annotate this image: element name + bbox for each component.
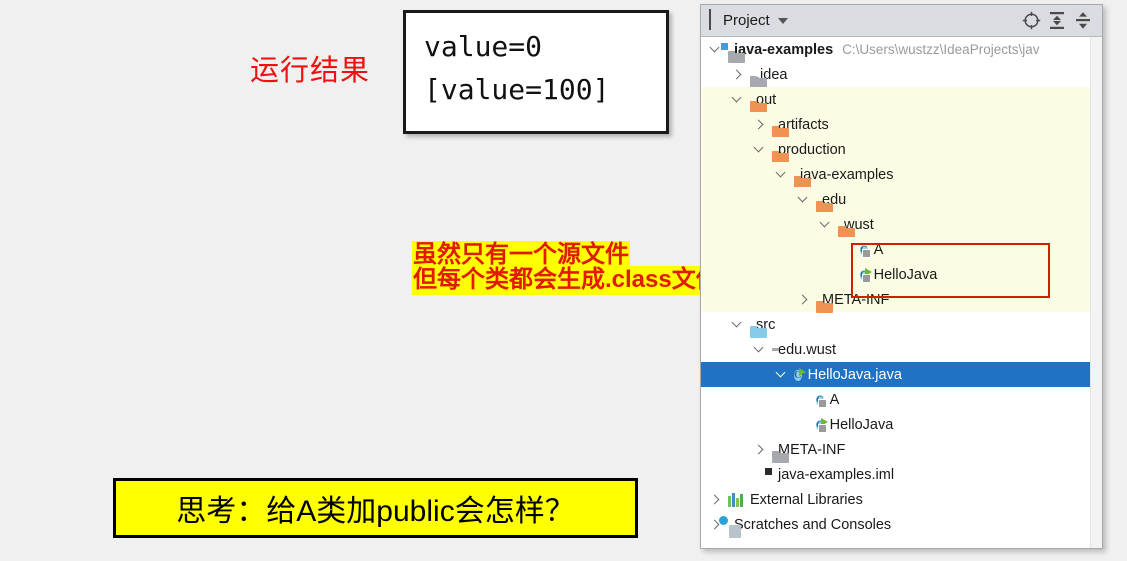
class-generation-note: 虽然只有一个源文件 但每个类都会生成.class文件 xyxy=(412,241,721,295)
chevron-right-icon[interactable] xyxy=(731,68,744,81)
class-runnable-icon: C xyxy=(860,266,872,284)
chevron-down-icon[interactable] xyxy=(775,368,788,381)
project-tool-window: Project java-examples C:\Users\wustzz\Id… xyxy=(700,4,1103,549)
chevron-down-icon[interactable] xyxy=(797,193,810,206)
tree-row[interactable]: artifacts xyxy=(701,112,1102,137)
tree-row[interactable]: wust xyxy=(701,212,1102,237)
chevron-down-icon[interactable] xyxy=(731,93,744,106)
tree-row-label: A xyxy=(873,241,884,258)
question-callout-box: 思考：给A类加public会怎样？ xyxy=(113,478,638,538)
tree-row[interactable]: src xyxy=(701,312,1102,337)
project-panel-title: Project xyxy=(723,12,770,29)
chevron-down-icon[interactable] xyxy=(819,218,832,231)
tree-row[interactable]: java-examples xyxy=(701,162,1102,187)
tree-row[interactable]: META-INF xyxy=(701,437,1102,462)
tree-row[interactable]: External Libraries xyxy=(701,487,1102,512)
tree-row[interactable]: Scratches and Consoles xyxy=(701,512,1102,538)
chevron-down-icon[interactable] xyxy=(753,143,766,156)
vertical-scrollbar[interactable] xyxy=(1090,37,1102,548)
class-note-row-1: 虽然只有一个源文件 xyxy=(412,241,721,270)
annotation-canvas: 运行结果 value=0 [value=100] 虽然只有一个源文件 但每个类都… xyxy=(0,0,844,561)
tree-row-label: java-examples.iml xyxy=(778,466,895,483)
tree-row[interactable]: edu xyxy=(701,187,1102,212)
libraries-icon xyxy=(728,492,744,507)
tree-row[interactable]: out xyxy=(701,87,1102,112)
tree-row-label: Scratches and Consoles xyxy=(734,516,892,533)
class-note-line-2: 但每个类都会生成.class文件 xyxy=(412,266,721,295)
chevron-right-icon[interactable] xyxy=(753,443,766,456)
tree-row[interactable]: CA xyxy=(701,387,1102,412)
chevron-right-icon[interactable] xyxy=(797,293,810,306)
output-line-2: [value=100] xyxy=(424,73,610,107)
class-runnable-icon: C xyxy=(816,416,828,434)
tree-row[interactable]: CHelloJava xyxy=(701,262,1102,287)
tree-row-label: External Libraries xyxy=(750,491,863,508)
tree-row[interactable]: CA xyxy=(701,237,1102,262)
tree-row-label: A xyxy=(829,391,840,408)
tree-row-label: HelloJava xyxy=(873,266,938,283)
question-text: 思考：给A类加public会怎样？ xyxy=(176,495,575,528)
tree-row-label: HelloJava xyxy=(829,416,894,433)
tree-row[interactable]: java-examples.iml xyxy=(701,462,1102,487)
tree-row[interactable]: .idea xyxy=(701,62,1102,87)
select-opened-file-icon[interactable] xyxy=(1018,8,1044,34)
class-icon: C xyxy=(816,391,827,409)
chevron-down-icon[interactable] xyxy=(775,168,788,181)
tree-row[interactable]: CHelloJava xyxy=(701,412,1102,437)
tree-row[interactable]: java-examples C:\Users\wustzz\IdeaProject… xyxy=(701,37,1102,63)
program-output-box: value=0 [value=100] xyxy=(403,10,669,134)
tree-row[interactable]: C HelloJava.java xyxy=(701,362,1102,387)
expand-all-icon[interactable] xyxy=(1044,8,1070,34)
tree-row[interactable]: production xyxy=(701,137,1102,162)
chevron-right-icon[interactable] xyxy=(753,118,766,131)
tree-row-label: java-examples xyxy=(734,41,834,58)
chevron-down-icon[interactable] xyxy=(777,17,788,24)
java-file-icon: C xyxy=(794,366,806,384)
class-note-row-2: 但每个类都会生成.class文件 xyxy=(412,266,721,295)
tree-row-label: edu.wust xyxy=(778,341,837,358)
output-line-1: value=0 xyxy=(424,30,543,63)
project-tree[interactable]: java-examples C:\Users\wustzz\IdeaProject… xyxy=(701,37,1102,548)
tree-row-label: HelloJava.java xyxy=(807,366,902,383)
chevron-right-icon[interactable] xyxy=(709,493,722,506)
project-window-icon xyxy=(709,8,711,30)
chevron-down-icon[interactable] xyxy=(753,343,766,356)
run-result-label: 运行结果 xyxy=(250,55,371,87)
project-panel-header: Project xyxy=(701,5,1102,37)
tree-row-label: java-examples xyxy=(800,166,894,183)
tree-row[interactable]: edu.wust xyxy=(701,337,1102,362)
tree-row-path-hint: C:\Users\wustzz\IdeaProjects\jav xyxy=(842,42,1040,57)
tree-row[interactable]: META-INF xyxy=(701,287,1102,312)
class-icon: C xyxy=(860,241,871,259)
collapse-all-icon[interactable] xyxy=(1070,8,1096,34)
chevron-down-icon[interactable] xyxy=(731,318,744,331)
